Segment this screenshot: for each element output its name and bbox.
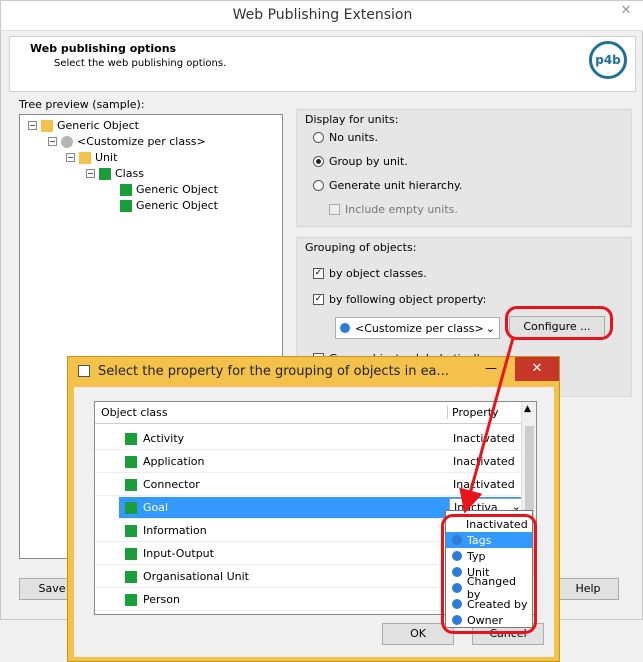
class-icon [125,525,137,537]
tree-node-unit[interactable]: − Unit [66,151,117,164]
radio-button[interactable] [313,132,324,143]
dialog-close-icon[interactable]: ✕ [515,357,559,381]
radio-button[interactable] [313,180,324,191]
row-class-name: Information [143,524,207,537]
by-property-checkbox[interactable]: ✓ by following object property: [313,293,486,306]
radio-label: Group by unit. [329,155,408,168]
tree-node-label: Unit [95,151,118,164]
property-select-value: <Customize per class> [355,321,484,335]
tree-node-label: Generic Object [136,183,218,196]
row-property-value[interactable]: Inactivated [453,455,515,468]
collapse-icon[interactable]: − [48,137,57,146]
tree-node-label: <Customize per class> [77,135,206,148]
tree-node-customize[interactable]: − <Customize per class> [48,135,206,148]
property-dot-icon [340,323,350,333]
collapse-icon[interactable]: − [28,121,37,130]
p4b-logo: p4b [589,41,627,79]
row-class-name: Goal [143,501,169,514]
row-class-name: Person [143,593,180,606]
row-class-name: Application [143,455,205,468]
checkbox-label: Include empty units. [345,203,458,216]
window-title: Web Publishing Extension [232,7,413,23]
property-select[interactable]: <Customize per class> ⌄ [335,317,500,339]
checkbox-label: by following object property: [329,293,487,306]
annotation-highlight-configure [505,306,613,340]
checkbox-label: by object classes. [329,267,427,280]
grouping-group-label: Grouping of objects: [305,241,417,254]
tree-node-class[interactable]: − Class [86,167,144,180]
checkbox[interactable]: ✓ [313,294,324,305]
help-button[interactable]: Help [557,578,619,600]
object-icon [120,183,132,196]
row-class-name: Input-Output [143,547,214,560]
row-class-name: Connector [143,478,200,491]
collapse-icon[interactable]: − [86,169,95,178]
table-row[interactable]: Application Inactivated [95,451,523,473]
display-group-label: Display for units: [305,113,399,126]
row-property-value[interactable]: Inactivated [453,478,515,491]
col-property[interactable]: Property [447,406,499,419]
grid-header: Object class Property [95,402,536,424]
class-icon [125,456,137,468]
checkbox[interactable]: ✓ [313,268,324,279]
row-class-name: Organisational Unit [143,570,249,583]
dialog-title: Select the property for the grouping of … [98,364,449,379]
header-panel: Web publishing options Select the web pu… [9,36,636,92]
radio-button[interactable] [313,156,324,167]
tree-node-label: Generic Object [57,119,139,132]
tree-node-label: Generic Object [136,199,218,212]
class-icon [125,548,137,560]
include-empty-checkbox: Include empty units. [329,203,458,216]
collapse-icon[interactable]: − [66,153,75,162]
radio-generate-hierarchy[interactable]: Generate unit hierarchy. [313,179,462,192]
tree-node-label: Class [115,167,144,180]
row-class-name: Activity [143,432,185,445]
class-icon [125,571,137,583]
checkbox [329,204,340,215]
tree-node-object[interactable]: Generic Object [120,183,218,196]
folder-icon [41,119,53,132]
display-units-group: Display for units: No units. Group by un… [296,109,632,227]
class-icon [125,594,137,606]
class-hierarchy-icon [99,167,111,180]
dialog-app-icon [78,365,90,377]
tree-node-root[interactable]: − Generic Object [28,119,139,132]
col-object-class[interactable]: Object class [101,406,168,419]
tree-node-object[interactable]: Generic Object [120,199,218,212]
chevron-down-icon: ⌄ [485,321,495,335]
class-icon [125,433,137,445]
circle-icon [61,135,73,148]
class-icon [125,479,137,491]
close-icon[interactable]: ✕ [614,1,638,21]
table-row[interactable]: Activity Inactivated [95,428,523,450]
header-subtitle: Select the web publishing options. [54,58,227,69]
by-classes-checkbox[interactable]: ✓ by object classes. [313,267,427,280]
radio-label: No units. [329,131,378,144]
minimize-icon[interactable]: — [485,361,497,375]
scroll-up-icon[interactable]: ▲ [524,404,531,414]
row-property-value[interactable]: Inactivated [453,432,515,445]
header-title: Web publishing options [30,42,177,55]
radio-label: Generate unit hierarchy. [329,179,463,192]
class-icon [125,502,137,514]
title-bar: Web Publishing Extension ✕ [1,1,643,31]
object-icon [120,199,132,212]
radio-group-by-unit[interactable]: Group by unit. [313,155,408,168]
radio-no-units[interactable]: No units. [313,131,378,144]
tree-preview-label: Tree preview (sample): [19,98,145,111]
folder-icon [79,151,91,164]
table-row[interactable]: Connector Inactivated [95,474,523,496]
annotation-highlight-dropdown [441,514,537,634]
